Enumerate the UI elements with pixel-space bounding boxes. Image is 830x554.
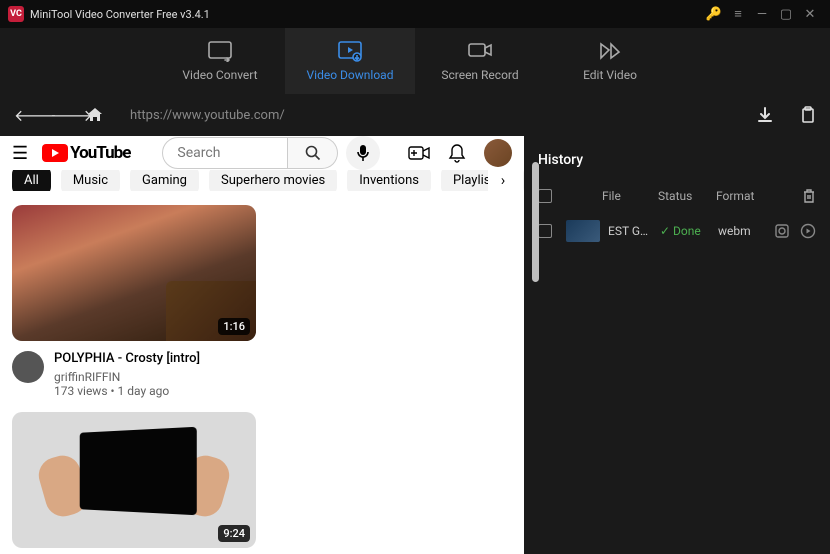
item-filename: EST G…	[608, 224, 652, 238]
history-header: File Status Format	[538, 182, 816, 210]
maximize-button[interactable]: ▢	[774, 2, 798, 26]
browser-navbar: 🡐 🡒 https://www.youtube.com/	[0, 94, 830, 136]
tab-label: Video Download	[307, 68, 394, 82]
chips-scroll-right[interactable]: ›	[488, 170, 518, 191]
download-button[interactable]	[756, 106, 774, 124]
url-bar[interactable]: https://www.youtube.com/	[122, 108, 730, 123]
tab-video-download[interactable]: Video Download	[285, 28, 415, 94]
history-title: History	[538, 152, 816, 168]
tab-edit-video[interactable]: Edit Video	[545, 28, 675, 94]
filter-chips: All Music Gaming Superhero movies Invent…	[0, 170, 524, 191]
item-checkbox[interactable]	[538, 224, 552, 238]
chip-music[interactable]: Music	[61, 170, 120, 191]
close-button[interactable]: ✕	[798, 2, 822, 26]
edit-icon	[597, 40, 623, 62]
menu-icon[interactable]: ≡	[726, 2, 750, 26]
video-card[interactable]: 1:16 POLYPHIA - Crosty [intro] griffinRI…	[12, 205, 256, 399]
main-tabs: Video Convert Video Download Screen Reco…	[0, 28, 830, 94]
nav-back-button[interactable]: 🡐	[14, 105, 34, 125]
history-panel: History File Status Format EST G… Done w…	[524, 136, 830, 554]
download-icon	[337, 40, 363, 62]
search-button[interactable]	[288, 137, 338, 169]
history-item[interactable]: EST G… Done webm	[538, 210, 816, 252]
browser-scrollbar[interactable]	[532, 162, 539, 282]
chip-superhero[interactable]: Superhero movies	[209, 170, 337, 191]
titlebar: VC MiniTool Video Converter Free v3.4.1 …	[0, 0, 830, 28]
video-title: POLYPHIA - Crosty [intro]	[54, 351, 256, 368]
delete-all-button[interactable]	[802, 188, 816, 204]
video-thumbnail: 9:24	[12, 412, 256, 548]
window-title: MiniTool Video Converter Free v3.4.1	[30, 8, 210, 21]
video-duration: 9:24	[218, 525, 250, 542]
select-all-checkbox[interactable]	[538, 189, 552, 203]
tab-screen-record[interactable]: Screen Record	[415, 28, 545, 94]
chip-gaming[interactable]: Gaming	[130, 170, 199, 191]
tab-label: Screen Record	[441, 68, 518, 82]
nav-home-button[interactable]	[86, 106, 106, 124]
search-input[interactable]: Search	[162, 137, 288, 169]
create-button[interactable]	[408, 145, 430, 161]
youtube-play-icon	[42, 144, 68, 162]
col-file: File	[602, 189, 650, 203]
video-duration: 1:16	[218, 318, 250, 335]
chip-inventions[interactable]: Inventions	[347, 170, 431, 191]
tab-video-convert[interactable]: Video Convert	[155, 28, 285, 94]
col-status: Status	[658, 189, 708, 203]
embedded-browser: ☰ YouTube Search	[0, 136, 524, 554]
video-stats: 173 views • 1 day ago	[54, 384, 256, 398]
hamburger-icon[interactable]: ☰	[12, 143, 28, 164]
search-bar: Search	[162, 136, 380, 170]
channel-name[interactable]: griffinRIFFIN	[54, 370, 256, 384]
minimize-button[interactable]: —	[750, 2, 774, 26]
user-avatar[interactable]	[484, 139, 512, 167]
record-icon	[467, 40, 493, 62]
main-area: ☰ YouTube Search	[0, 136, 830, 554]
clipboard-button[interactable]	[800, 106, 816, 124]
upgrade-key-icon[interactable]: 🔑	[702, 2, 726, 26]
video-thumbnail: 1:16	[12, 205, 256, 341]
tab-label: Video Convert	[182, 68, 257, 82]
app-logo: VC	[8, 6, 24, 22]
youtube-logo[interactable]: YouTube	[42, 143, 130, 163]
channel-avatar[interactable]	[12, 351, 44, 383]
video-grid: 1:16 POLYPHIA - Crosty [intro] griffinRI…	[0, 191, 524, 554]
chip-all[interactable]: All	[12, 170, 51, 191]
item-thumbnail	[566, 220, 600, 242]
youtube-header: ☰ YouTube Search	[0, 136, 524, 170]
voice-search-button[interactable]	[346, 136, 380, 170]
youtube-logo-text: YouTube	[70, 143, 130, 163]
nav-forward-button[interactable]: 🡒	[50, 105, 70, 125]
notifications-button[interactable]	[448, 143, 466, 163]
open-folder-button[interactable]	[774, 223, 790, 239]
video-card[interactable]: 9:24 I Made the World's Blackest Flipboo…	[12, 412, 256, 554]
header-actions	[408, 139, 512, 167]
item-format: webm	[718, 224, 766, 238]
play-button[interactable]	[800, 223, 816, 239]
col-format: Format	[716, 189, 764, 203]
convert-icon	[207, 40, 233, 62]
item-status: Done	[660, 224, 710, 238]
chip-live[interactable]: Live	[523, 170, 524, 191]
tab-label: Edit Video	[583, 68, 637, 82]
